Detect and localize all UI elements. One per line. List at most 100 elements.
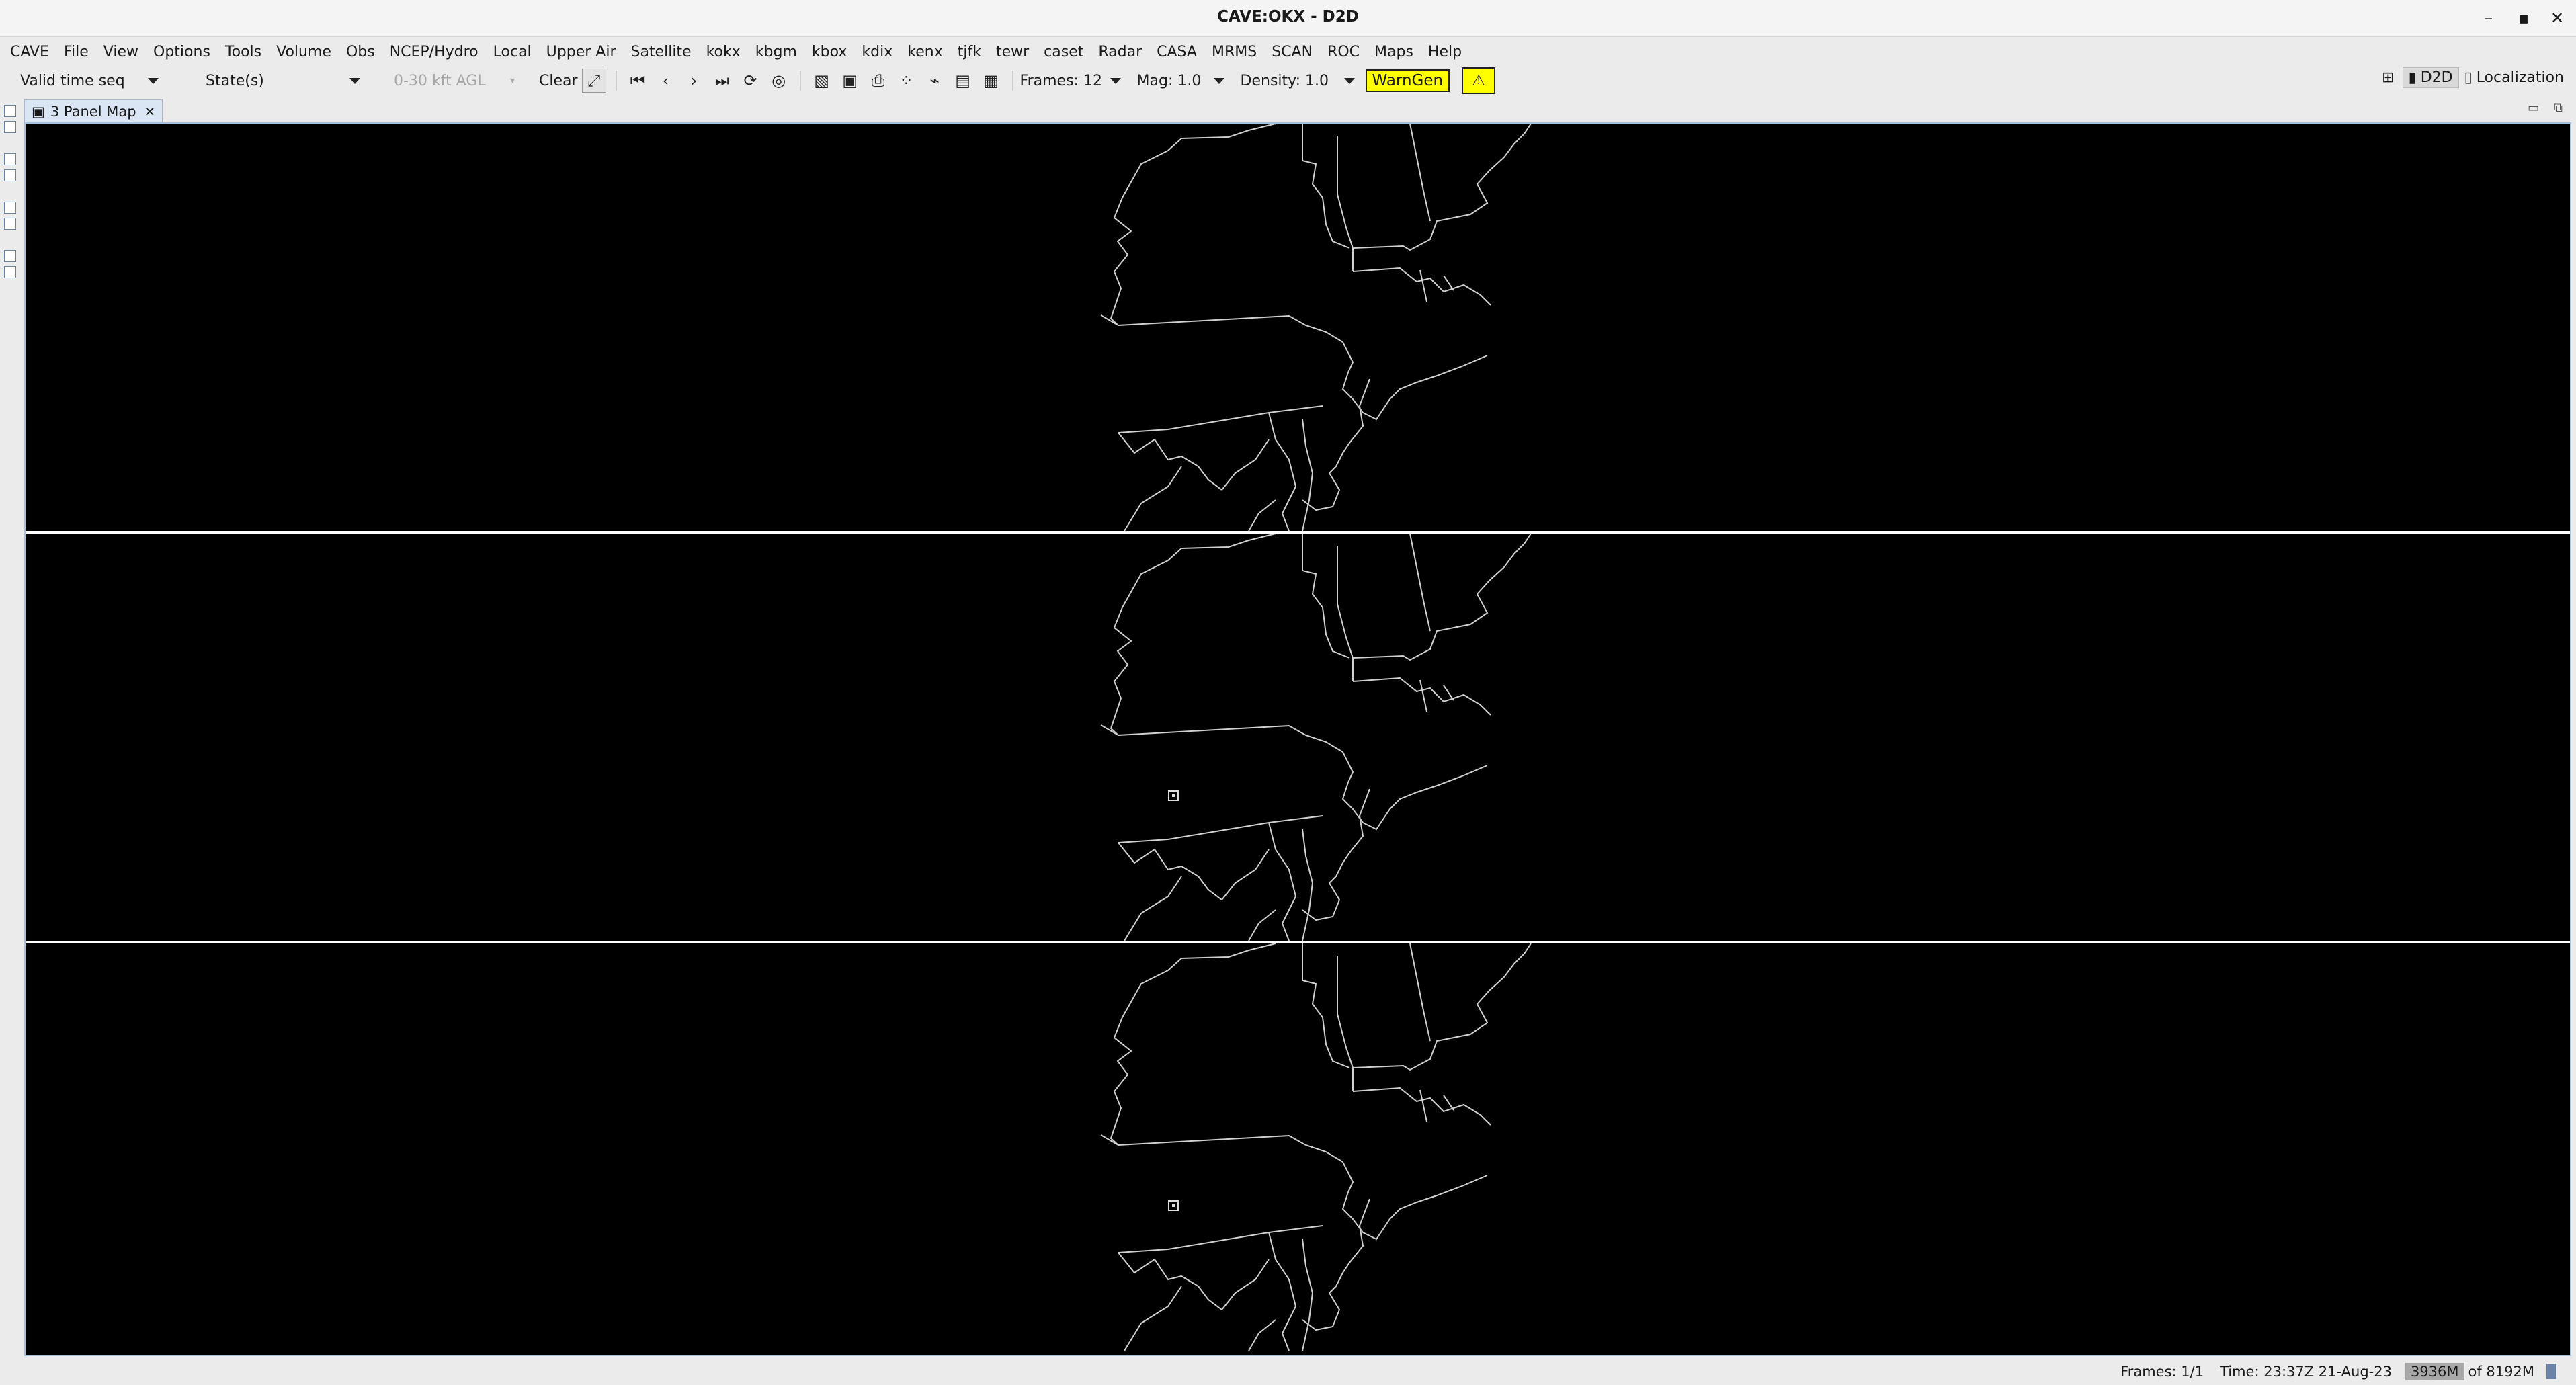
menu-scan[interactable]: SCAN — [1264, 44, 1320, 60]
main-toolbar: Valid time seq State(s) 0-30 kft AGL ▾ C… — [0, 66, 2576, 95]
states-label: State(s) — [206, 72, 264, 89]
boundary-line — [1221, 1259, 1270, 1310]
restore-view-icon[interactable] — [4, 153, 16, 165]
density-dropdown[interactable]: Density: 1.0 — [1241, 73, 1355, 89]
boundary-line — [1341, 765, 1488, 831]
menu-help[interactable]: Help — [1421, 44, 1469, 60]
points-icon[interactable]: ⁘ — [895, 69, 918, 92]
minimize-view-icon[interactable]: ▭ — [2528, 101, 2539, 115]
boundary-line — [1110, 197, 1132, 326]
warning-tool-icon[interactable]: ⚠ — [1462, 67, 1496, 94]
boundary-line — [1248, 909, 1276, 941]
toolbar-separator — [1011, 71, 1013, 91]
menu-file[interactable]: File — [56, 44, 96, 60]
boundary-line — [1124, 1286, 1182, 1351]
menu-bar: CAVE File View Options Tools Volume Obs NCEP/Hy… — [0, 39, 2576, 65]
loop-icon[interactable]: ⟳ — [739, 69, 762, 92]
single-pane-icon[interactable]: ▦ — [980, 69, 1003, 92]
menu-view[interactable]: View — [96, 44, 146, 60]
prev-frame-icon[interactable]: ‹ — [655, 69, 677, 92]
menu-volume[interactable]: Volume — [269, 44, 339, 60]
time-mode-dropdown[interactable]: Valid time seq — [20, 73, 159, 89]
view-icon[interactable] — [4, 121, 16, 133]
menu-tjfk[interactable]: tjfk — [950, 44, 989, 60]
boundary-line — [1329, 1198, 1370, 1294]
menu-kenx[interactable]: kenx — [900, 44, 950, 60]
menu-kbgm[interactable]: kbgm — [748, 44, 804, 60]
maximize-view-icon[interactable]: ⧉ — [2554, 101, 2563, 115]
states-dropdown[interactable]: State(s) — [206, 73, 360, 89]
menu-satellite[interactable]: Satellite — [623, 44, 698, 60]
perspective-localization[interactable]: ▯ Localization — [2459, 68, 2569, 87]
view-icon[interactable] — [4, 169, 16, 181]
boundary-line — [1352, 1087, 1491, 1126]
menu-roc[interactable]: ROC — [1320, 44, 1367, 60]
properties-icon[interactable]: ▣ — [839, 69, 862, 92]
map-display[interactable] — [24, 122, 2571, 1356]
view-icon[interactable] — [4, 266, 16, 278]
boundary-line — [1248, 499, 1276, 531]
restore-view-icon[interactable] — [4, 105, 16, 117]
warngen-button[interactable]: WarnGen — [1365, 69, 1450, 92]
restore-view-icon[interactable] — [4, 250, 16, 262]
height-dropdown[interactable]: 0-30 kft AGL ▾ — [394, 73, 515, 89]
baselines-icon[interactable]: ⌁ — [923, 69, 946, 92]
menu-tools[interactable]: Tools — [218, 44, 269, 60]
mag-dropdown[interactable]: Mag: 1.0 — [1137, 73, 1224, 89]
menu-maps[interactable]: Maps — [1367, 44, 1421, 60]
loop-props-icon[interactable]: ◎ — [767, 69, 790, 92]
frames-dropdown[interactable]: Frames: 12 — [1020, 73, 1121, 89]
boundary-line — [1122, 943, 1276, 1018]
clear-button[interactable]: Clear — [539, 73, 578, 89]
map-panel-middle[interactable] — [26, 534, 2570, 941]
first-frame-icon[interactable]: ⏮ — [626, 69, 649, 92]
map-panel-bottom[interactable] — [26, 943, 2570, 1351]
menu-mrms[interactable]: MRMS — [1204, 44, 1264, 60]
open-perspective-icon[interactable]: ⊞ — [2382, 69, 2394, 86]
close-icon[interactable]: ✕ — [144, 103, 156, 120]
boundary-line — [1302, 419, 1314, 531]
menu-tewr[interactable]: tewr — [989, 44, 1036, 60]
menu-options[interactable]: Options — [146, 44, 218, 60]
menu-caset[interactable]: caset — [1036, 44, 1091, 60]
print-icon[interactable]: ⎙ — [867, 69, 890, 92]
menu-obs[interactable]: Obs — [339, 44, 382, 60]
menu-kbox[interactable]: kbox — [804, 44, 855, 60]
menu-kdix[interactable]: kdix — [854, 44, 900, 60]
boundary-line — [1352, 534, 1532, 661]
maximize-button[interactable]: ▪ — [2510, 7, 2537, 30]
boundary-line — [1352, 267, 1491, 306]
boundary-line — [1302, 124, 1350, 249]
restore-view-icon[interactable] — [4, 202, 16, 214]
window-title: CAVE:OKX - D2D — [1217, 8, 1359, 26]
minimize-button[interactable]: – — [2475, 7, 2502, 30]
density-label: Density: 1.0 — [1240, 72, 1329, 89]
menu-kokx[interactable]: kokx — [699, 44, 748, 60]
tab-3-panel-map[interactable]: ▣ 3 Panel Map ✕ — [24, 99, 163, 123]
boundary-line — [1268, 1232, 1297, 1351]
perspective-d2d[interactable]: ▮ D2D — [2402, 67, 2459, 88]
boundary-line — [1118, 432, 1222, 491]
close-window-button[interactable]: ✕ — [2544, 7, 2571, 30]
boundary-line — [1302, 1239, 1314, 1351]
menu-local[interactable]: Local — [486, 44, 539, 60]
map-panel-top[interactable] — [26, 124, 2570, 531]
perspective-d2d-label: D2D — [2420, 69, 2453, 86]
menu-casa[interactable]: CASA — [1149, 44, 1204, 60]
sample-marker-icon[interactable] — [1168, 1200, 1179, 1211]
heap-status: 3936M of 8192M — [2405, 1362, 2556, 1380]
garbage-collect-icon[interactable] — [2546, 1363, 2556, 1379]
last-frame-icon[interactable]: ⏭ — [711, 69, 734, 92]
sample-marker-icon[interactable] — [1168, 790, 1179, 801]
menu-radar[interactable]: Radar — [1091, 44, 1149, 60]
image-combo-icon[interactable]: ▧ — [811, 69, 833, 92]
next-frame-icon[interactable]: › — [683, 69, 706, 92]
boundary-line — [1248, 1319, 1276, 1351]
menu-ncep-hydro[interactable]: NCEP/Hydro — [382, 44, 486, 60]
menu-upper-air[interactable]: Upper Air — [539, 44, 624, 60]
menu-cave[interactable]: CAVE — [3, 44, 56, 60]
boundary-line — [1118, 1225, 1323, 1253]
view-icon[interactable] — [4, 218, 16, 230]
zoom-extent-icon[interactable]: ⤢ — [581, 69, 606, 93]
pane-layout-icon[interactable]: ▤ — [952, 69, 974, 92]
